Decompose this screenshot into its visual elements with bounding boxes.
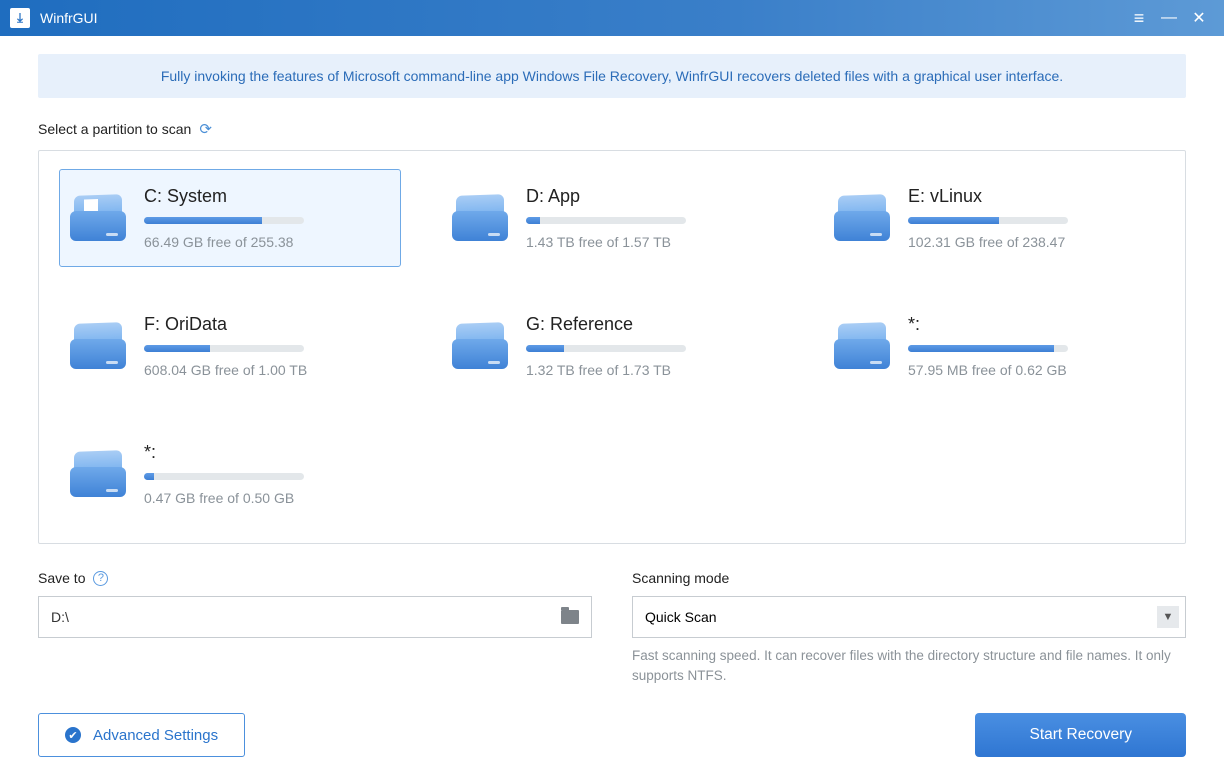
save-to-input[interactable]: D:\	[38, 596, 592, 638]
app-title: WinfrGUI	[40, 10, 98, 26]
info-banner: Fully invoking the features of Microsoft…	[38, 54, 1186, 98]
advanced-settings-button[interactable]: ✔ Advanced Settings	[38, 713, 245, 757]
usage-bar	[526, 345, 686, 352]
drive-icon	[452, 195, 508, 241]
scanning-mode-label: Scanning mode	[632, 570, 1186, 586]
partition-free-text: 1.43 TB free of 1.57 TB	[526, 234, 772, 250]
advanced-settings-label: Advanced Settings	[93, 727, 218, 744]
refresh-icon[interactable]: ⟳	[199, 120, 212, 138]
save-to-value: D:\	[51, 609, 551, 625]
partition-free-text: 0.47 GB free of 0.50 GB	[144, 490, 390, 506]
drive-icon	[70, 323, 126, 369]
partition-container: C: System 66.49 GB free of 255.38 D: App 1.…	[38, 150, 1186, 544]
select-partition-text: Select a partition to scan	[38, 121, 191, 137]
partition-item[interactable]: G: Reference 1.32 TB free of 1.73 TB	[441, 297, 783, 395]
drive-icon	[70, 195, 126, 241]
usage-bar	[144, 345, 304, 352]
partition-name: *:	[908, 314, 1154, 335]
menu-icon[interactable]: ≡	[1124, 8, 1154, 29]
partition-item[interactable]: F: OriData 608.04 GB free of 1.00 TB	[59, 297, 401, 395]
start-recovery-button[interactable]: Start Recovery	[975, 713, 1186, 757]
folder-icon[interactable]	[561, 610, 579, 624]
usage-bar	[526, 217, 686, 224]
drive-icon	[70, 451, 126, 497]
usage-bar	[908, 217, 1068, 224]
app-logo-icon: ⤓	[10, 8, 30, 28]
partition-item[interactable]: C: System 66.49 GB free of 255.38	[59, 169, 401, 267]
partition-free-text: 66.49 GB free of 255.38	[144, 234, 390, 250]
partition-name: E: vLinux	[908, 186, 1154, 207]
select-partition-label: Select a partition to scan ⟳	[38, 120, 1186, 138]
scanning-mode-value: Quick Scan	[645, 609, 1147, 625]
help-icon[interactable]: ?	[93, 571, 108, 586]
drive-icon	[834, 195, 890, 241]
partition-name: G: Reference	[526, 314, 772, 335]
partition-item[interactable]: D: App 1.43 TB free of 1.57 TB	[441, 169, 783, 267]
drive-icon	[834, 323, 890, 369]
partition-name: *:	[144, 442, 390, 463]
partition-item[interactable]: *: 57.95 MB free of 0.62 GB	[823, 297, 1165, 395]
drive-icon	[452, 323, 508, 369]
usage-bar	[144, 217, 304, 224]
titlebar: ⤓ WinfrGUI ≡ — ✕	[0, 0, 1224, 36]
partition-name: F: OriData	[144, 314, 390, 335]
partition-item[interactable]: *: 0.47 GB free of 0.50 GB	[59, 425, 401, 523]
partition-free-text: 1.32 TB free of 1.73 TB	[526, 362, 772, 378]
check-icon: ✔	[65, 727, 81, 743]
scanning-mode-description: Fast scanning speed. It can recover file…	[632, 646, 1186, 685]
partition-free-text: 102.31 GB free of 238.47	[908, 234, 1154, 250]
partition-item[interactable]: E: vLinux 102.31 GB free of 238.47	[823, 169, 1165, 267]
scanning-mode-select[interactable]: Quick Scan ▼	[632, 596, 1186, 638]
close-button[interactable]: ✕	[1184, 8, 1214, 28]
partition-free-text: 57.95 MB free of 0.62 GB	[908, 362, 1154, 378]
partition-free-text: 608.04 GB free of 1.00 TB	[144, 362, 390, 378]
partition-name: D: App	[526, 186, 772, 207]
minimize-button[interactable]: —	[1154, 9, 1184, 27]
save-to-label: Save to ?	[38, 570, 592, 586]
usage-bar	[908, 345, 1068, 352]
chevron-down-icon: ▼	[1157, 606, 1179, 628]
usage-bar	[144, 473, 304, 480]
partition-name: C: System	[144, 186, 390, 207]
